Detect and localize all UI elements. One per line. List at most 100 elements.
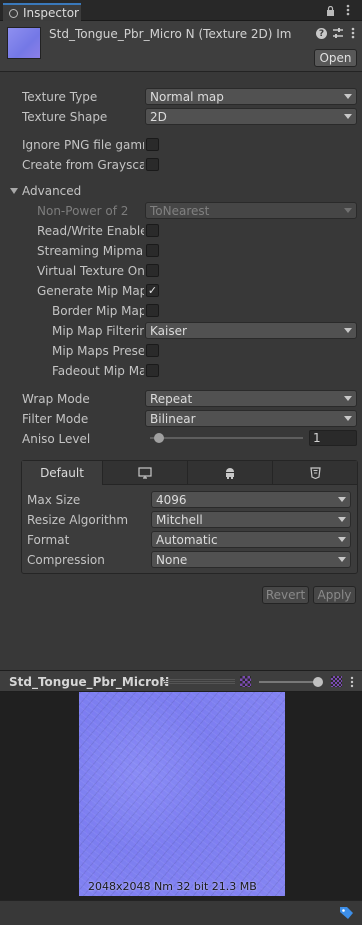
aniso-slider[interactable] [150,431,303,445]
mip-slider[interactable] [259,676,325,687]
ignore-png-checkbox[interactable] [146,138,159,151]
mip-slider-track [259,681,321,683]
border-mip-label: Border Mip Maps [52,304,144,318]
preview-bar-lines [163,679,235,684]
preset-icon[interactable] [332,27,344,39]
preview-title: Std_Tongue_Pbr_MicroN [9,675,170,689]
filter-mode-label: Filter Mode [22,412,89,426]
tag-icon[interactable] [339,906,354,920]
tab-default-label: Default [40,466,84,480]
texture-type-dropdown[interactable]: Normal map [145,88,357,105]
platform-settings: Default Max Size 4096 Resize Algorithm M… [21,460,358,574]
aniso-value-field[interactable]: 1 [309,430,357,446]
chevron-down-icon [344,94,352,99]
texture-thumbnail [7,27,41,59]
aniso-slider-track [150,437,303,439]
apply-button[interactable]: Apply [313,586,356,604]
texture-shape-dropdown[interactable]: 2D [145,108,357,125]
compression-dropdown[interactable]: None [151,551,351,568]
resize-dropdown[interactable]: Mitchell [151,511,351,528]
max-size-label: Max Size [27,493,81,507]
html5-icon [309,466,321,479]
grayscale-checkbox[interactable] [146,158,159,171]
fadeout-checkbox[interactable] [146,364,159,377]
checkmark-icon: ✓ [147,284,158,297]
checker-large-icon[interactable] [331,676,342,687]
chevron-down-icon [338,517,346,522]
read-write-label: Read/Write Enabled [37,224,144,238]
virtual-texture-label: Virtual Texture Only [37,264,144,278]
asset-header: Std_Tongue_Pbr_Micro N (Texture 2D) Im ?… [0,21,362,72]
help-icon[interactable]: ? [316,28,327,39]
format-label: Format [27,533,70,547]
mip-slider-thumb[interactable] [313,677,323,687]
revert-button[interactable]: Revert [262,586,309,604]
fadeout-label: Fadeout Mip Maps [52,364,144,378]
gen-mip-checkbox[interactable]: ✓ [146,284,159,297]
read-write-checkbox[interactable] [146,224,159,237]
max-size-dropdown[interactable]: 4096 [151,491,351,508]
non-power-value: ToNearest [150,203,210,218]
mip-preserve-checkbox[interactable] [146,344,159,357]
texture-preview-area: 2048x2048 Nm 32 bit 21.3 MB [0,692,362,900]
wrap-mode-value: Repeat [150,391,193,406]
chevron-down-icon [338,557,346,562]
wrap-mode-dropdown[interactable]: Repeat [145,390,357,407]
advanced-label: Advanced [22,184,82,198]
inspector-tab[interactable]: Inspector [3,3,81,21]
mip-filter-label: Mip Map Filtering [52,324,144,338]
streaming-checkbox[interactable] [146,244,159,257]
preview-more-icon[interactable] [350,676,354,688]
texture-type-value: Normal map [150,89,224,104]
format-value: Automatic [156,532,218,547]
texture-info: 2048x2048 Nm 32 bit 21.3 MB [88,880,257,893]
more-menu-icon[interactable] [346,4,350,16]
foldout-arrow-icon [10,188,18,194]
streaming-label: Streaming Mipmap [37,244,144,258]
virtual-texture-checkbox[interactable] [146,264,159,277]
filter-mode-dropdown[interactable]: Bilinear [145,410,357,427]
border-mip-checkbox[interactable] [146,304,159,317]
ignore-png-label: Ignore PNG file gamm [22,138,144,152]
chevron-down-icon [344,208,352,213]
wrap-mode-label: Wrap Mode [22,392,90,406]
compression-label: Compression [27,553,105,567]
inspector-tab-bar: Inspector [0,0,362,21]
tab-webgl[interactable] [273,461,357,485]
info-icon [9,8,18,18]
non-power-dropdown[interactable]: ToNearest [145,202,357,219]
format-dropdown[interactable]: Automatic [151,531,351,548]
compression-value: None [156,552,188,567]
tab-standalone[interactable] [103,461,188,485]
chevron-down-icon [344,416,352,421]
chevron-down-icon [338,537,346,542]
mip-filter-value: Kaiser [150,323,187,338]
texture-shape-label: Texture Shape [22,110,108,124]
texture-type-label: Texture Type [22,90,98,104]
inspector-tab-label: Inspector [23,6,79,20]
chevron-down-icon [344,328,352,333]
grayscale-label: Create from Grayscale [22,158,144,172]
header-more-icon[interactable] [351,27,355,39]
mip-filter-dropdown[interactable]: Kaiser [145,322,357,339]
asset-title: Std_Tongue_Pbr_Micro N (Texture 2D) Im [49,27,292,41]
chevron-down-icon [344,114,352,119]
non-power-label: Non-Power of 2 [37,204,129,218]
chevron-down-icon [344,396,352,401]
chevron-down-icon [338,497,346,502]
gen-mip-label: Generate Mip Maps [37,284,144,298]
tab-default[interactable]: Default [22,461,103,485]
resize-value: Mitchell [156,512,203,527]
android-icon [226,467,234,479]
aniso-slider-thumb[interactable] [154,433,164,443]
checker-small-icon[interactable] [240,676,251,687]
tab-android[interactable] [188,461,273,485]
open-button[interactable]: Open [314,49,357,67]
preview-header: Std_Tongue_Pbr_MicroN [0,670,362,692]
lock-icon[interactable] [326,5,335,16]
mip-preserve-label: Mip Maps Preserve [52,344,144,358]
aniso-label: Aniso Level [22,432,91,446]
advanced-foldout[interactable]: Advanced [10,184,81,198]
resize-label: Resize Algorithm [27,513,129,527]
filter-mode-value: Bilinear [150,411,196,426]
